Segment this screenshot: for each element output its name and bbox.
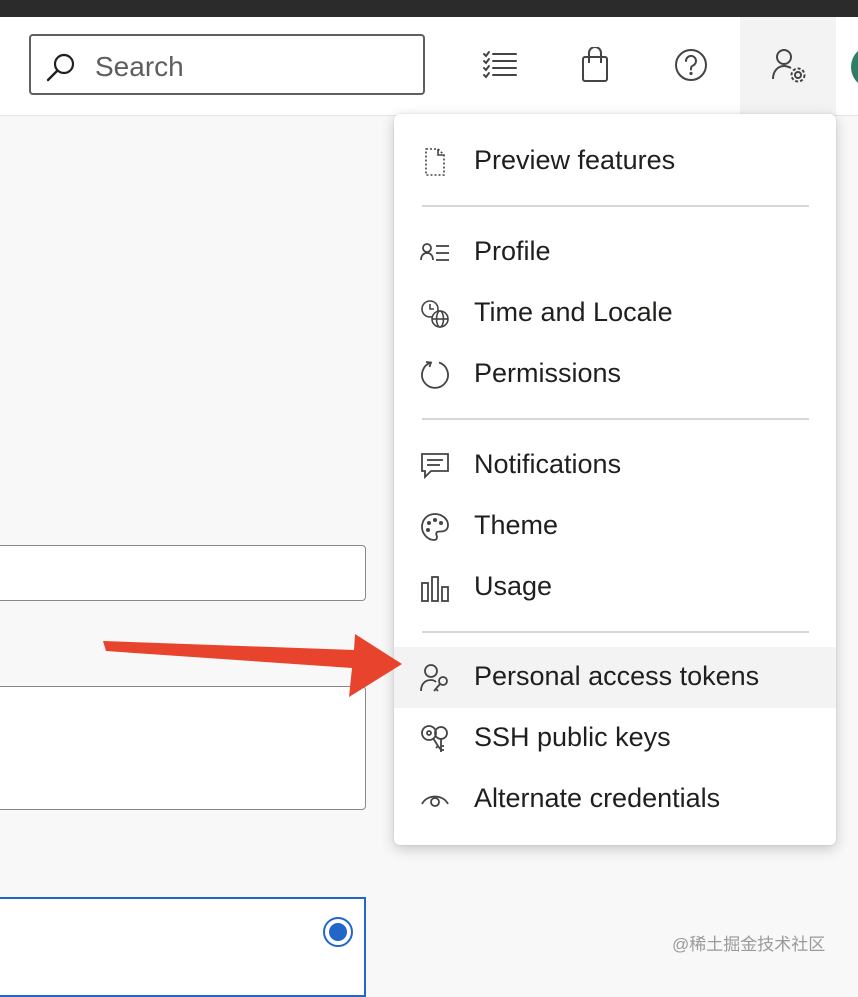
annotation-arrow	[103, 634, 402, 697]
arrow-shape	[103, 634, 402, 697]
watermark-text: @稀土掘金技术社区	[672, 935, 826, 954]
